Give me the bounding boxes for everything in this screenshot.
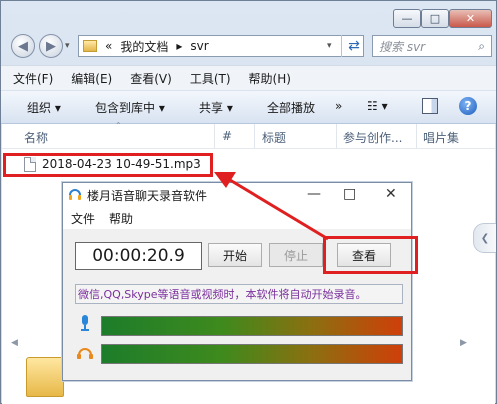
menu-tools[interactable]: 工具(T) [190,70,231,87]
back-icon[interactable]: ◀ [11,34,35,58]
explorer-menubar: 文件(F) 编辑(E) 查看(V) 工具(T) 帮助(H) [1,65,496,90]
explorer-titlebar: — □ ✕ [1,1,496,31]
column-album[interactable]: 唱片集 [423,129,459,146]
forward-icon[interactable]: ▶ [39,34,63,58]
recorder-close-button[interactable]: ✕ [385,186,397,202]
search-placeholder: 搜索 svr [379,39,426,54]
recent-pages-chevron-down-icon[interactable]: ▾ [65,41,70,51]
recorder-menu-help[interactable]: 帮助 [109,210,133,227]
column-number[interactable]: # [222,129,232,143]
menu-view[interactable]: 查看(V) [130,70,172,87]
column-header: 名称 ⌃ # 标题 参与创作... 唱片集 [2,121,495,149]
recorder-title: 楼月语音聊天录音软件 [87,189,208,203]
stop-button[interactable]: 停止 [269,243,323,267]
column-separator [336,124,337,148]
sort-ascending-icon: ⌃ [115,121,122,130]
recorder-maximize-button[interactable]: □ [343,186,356,202]
column-separator [214,124,215,148]
microphone-level-meter [101,316,403,336]
recorder-minimize-button[interactable]: — [307,186,321,202]
folder-icon [26,357,64,397]
breadcrumb-svr[interactable]: svr [190,39,208,53]
start-button[interactable]: 开始 [208,243,262,267]
menu-file[interactable]: 文件(F) [13,70,53,87]
microphone-icon [81,315,89,331]
breadcrumb-separator[interactable]: ▸ [176,39,182,53]
menu-edit[interactable]: 编辑(E) [71,70,112,87]
recorder-window: 楼月语音聊天录音软件 — □ ✕ 文件 帮助 00:00:20.9 开始 停止 … [62,182,412,381]
column-separator [254,124,255,148]
address-dropdown-chevron-down-icon[interactable]: ▾ [327,41,332,51]
explorer-toolbar: 组织 ▾ 包含到库中 ▾ 共享 ▾ 全部播放 » ☷ ▾ ? [1,91,496,124]
maximize-button[interactable]: □ [421,9,449,28]
search-input[interactable]: 搜索 svr ⌕ [372,35,492,57]
recorder-menu-file[interactable]: 文件 [71,210,95,227]
file-highlight-box [3,153,213,177]
menu-help[interactable]: 帮助(H) [249,70,291,87]
view-button-highlight-box [323,236,418,274]
auto-record-notice: 微信,QQ,Skype等语音或视频时，本软件将自动开始录音。 [75,284,403,304]
scroll-left-icon[interactable]: ◀ [11,338,18,348]
column-name[interactable]: 名称 [24,129,48,146]
address-prefix[interactable]: « [105,39,112,53]
views-button[interactable]: ☷ ▾ [367,99,388,113]
play-all-button[interactable]: 全部播放 [267,99,315,116]
chevron-left-icon[interactable]: ❮ [473,223,496,253]
include-in-library-button[interactable]: 包含到库中 ▾ [95,99,165,116]
share-button[interactable]: 共享 ▾ [199,99,233,116]
preview-pane-icon[interactable] [422,98,438,114]
breadcrumb-mydocs[interactable]: 我的文档 [120,38,168,55]
headphones-icon [77,348,93,359]
scroll-right-icon[interactable]: ▶ [460,338,467,348]
timer-display: 00:00:20.9 [75,242,202,270]
recorder-menubar: 文件 帮助 [63,207,411,229]
folder-icon [83,40,97,52]
column-separator [416,124,417,148]
speaker-level-meter [101,344,403,364]
recorder-titlebar: 楼月语音聊天录音软件 — □ ✕ [63,183,411,207]
close-button[interactable]: ✕ [449,9,492,28]
minimize-button[interactable]: — [393,9,421,28]
address-bar[interactable]: « 我的文档 ▸ svr ▾ [78,35,364,57]
column-artists[interactable]: 参与创作... [343,129,402,146]
help-icon[interactable]: ? [459,97,477,115]
logo-icon [69,189,81,200]
search-icon[interactable]: ⌕ [478,39,485,54]
column-title[interactable]: 标题 [262,129,286,146]
refresh-icon[interactable]: ⇄ [341,35,366,57]
organize-button[interactable]: 组织 ▾ [27,99,61,116]
more-button[interactable]: » [335,99,342,113]
